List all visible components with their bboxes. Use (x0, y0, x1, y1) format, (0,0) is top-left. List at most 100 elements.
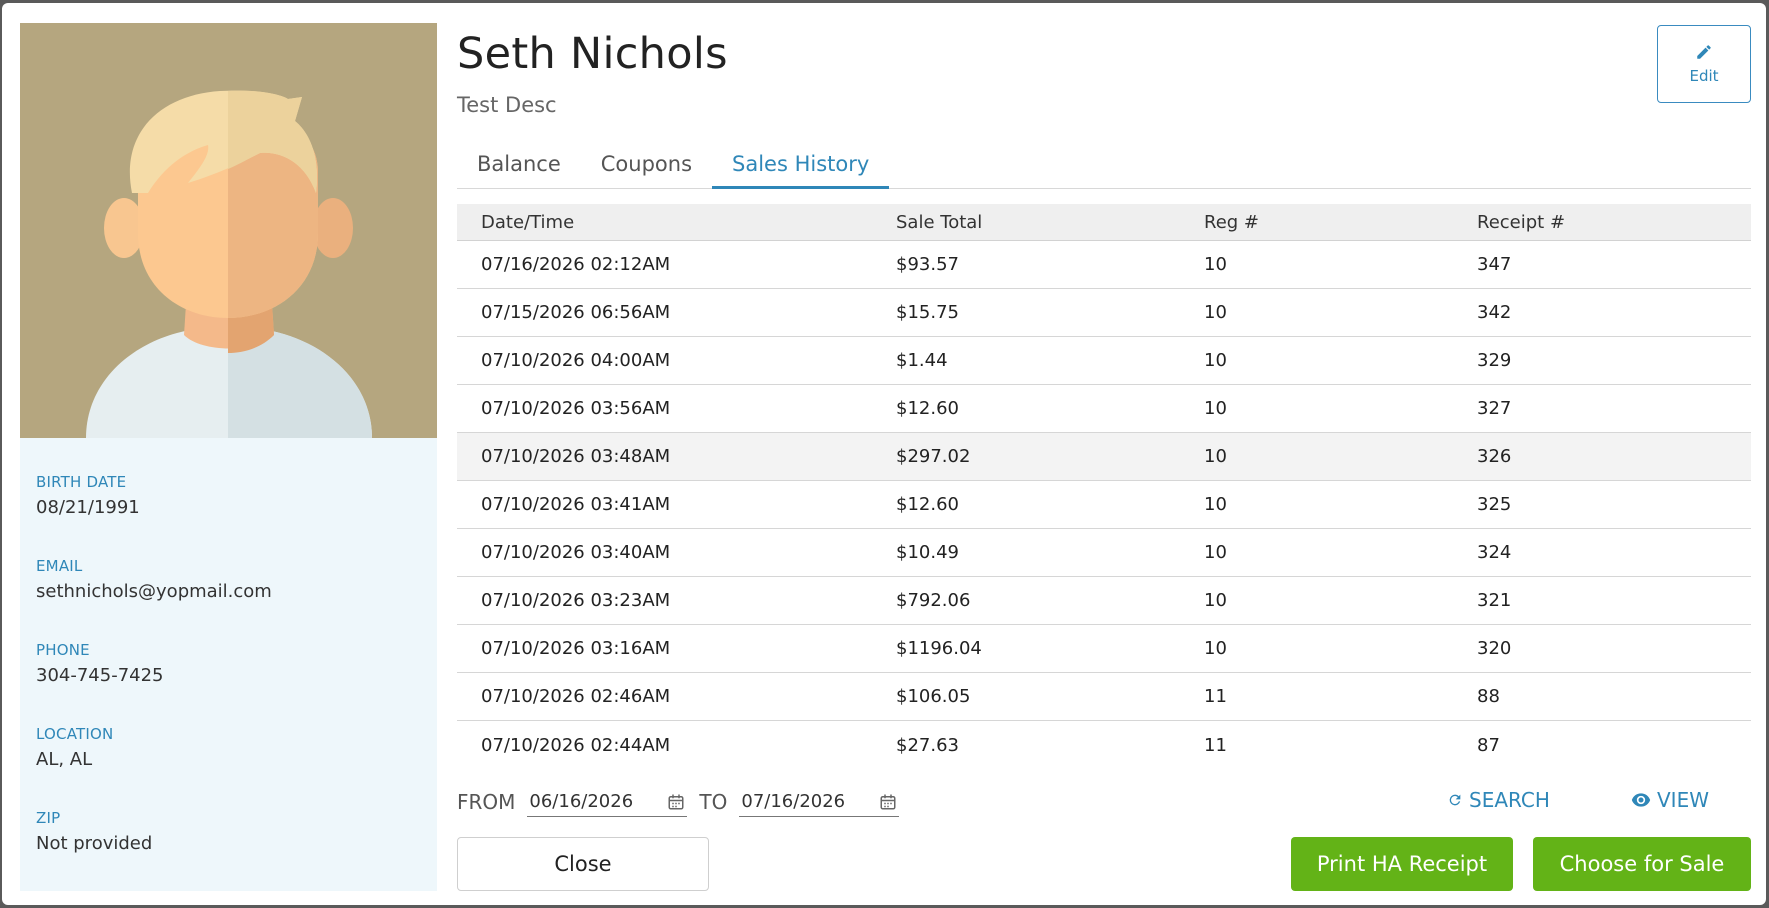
tab-sales-history[interactable]: Sales History (712, 141, 890, 189)
email-value: sethnichols@yopmail.com (36, 581, 272, 602)
customer-description: Test Desc (457, 93, 557, 117)
search-label: SEARCH (1469, 788, 1550, 812)
cell-date-time: 07/10/2026 03:16AM (481, 638, 671, 659)
table-body: 07/16/2026 02:12AM $93.57 10 347 07/15/2026 … (457, 241, 1751, 769)
cell-date-time: 07/10/2026 03:56AM (481, 398, 671, 419)
cell-date-time: 07/15/2026 06:56AM (481, 302, 671, 323)
table-row[interactable]: 07/10/2026 03:56AM $12.60 10 327 (457, 385, 1751, 433)
phone-value: 304-745-7425 (36, 665, 164, 686)
tab-bar: Balance Coupons Sales History (457, 141, 1751, 189)
calendar-icon[interactable] (667, 793, 685, 811)
cell-reg-number: 10 (1204, 254, 1227, 275)
table-row[interactable]: 07/10/2026 04:00AM $1.44 10 329 (457, 337, 1751, 385)
table-row[interactable]: 07/10/2026 03:48AM $297.02 10 326 (457, 433, 1751, 481)
header-sale-total[interactable]: Sale Total (896, 212, 1204, 233)
table-row[interactable]: 07/15/2026 06:56AM $15.75 10 342 (457, 289, 1751, 337)
cell-reg-number: 10 (1204, 542, 1227, 563)
cell-reg-number: 10 (1204, 494, 1227, 515)
cell-receipt-number: 320 (1477, 638, 1512, 659)
customer-details: BIRTH DATE 08/21/1991 EMAIL sethnichols@… (36, 471, 426, 891)
customer-name: Seth Nichols (457, 29, 728, 79)
search-button[interactable]: SEARCH (1447, 788, 1550, 812)
avatar-person-icon (20, 23, 437, 438)
to-date-value: 07/16/2026 (741, 791, 846, 812)
calendar-icon[interactable] (879, 793, 897, 811)
pencil-icon (1697, 45, 1711, 59)
header-receipt-number[interactable]: Receipt # (1477, 212, 1751, 233)
date-filter: FROM 06/16/2026 TO 07/16/2026 SEARCH VIE… (457, 786, 1751, 818)
table-row[interactable]: 07/10/2026 03:41AM $12.60 10 325 (457, 481, 1751, 529)
to-date-input[interactable]: 07/16/2026 (739, 787, 900, 817)
tab-coupons[interactable]: Coupons (581, 141, 712, 189)
cell-sale-total: $106.05 (896, 686, 971, 707)
tab-balance[interactable]: Balance (457, 141, 581, 189)
cell-sale-total: $1196.04 (896, 638, 982, 659)
table-header: Date/Time Sale Total Reg # Receipt # (457, 204, 1751, 241)
cell-sale-total: $12.60 (896, 494, 959, 515)
cell-receipt-number: 329 (1477, 350, 1512, 371)
cell-reg-number: 10 (1204, 590, 1227, 611)
table-row[interactable]: 07/10/2026 02:44AM $27.63 11 87 (457, 721, 1751, 769)
cell-sale-total: $297.02 (896, 446, 971, 467)
table-row[interactable]: 07/16/2026 02:12AM $93.57 10 347 (457, 241, 1751, 289)
cell-sale-total: $15.75 (896, 302, 959, 323)
cell-sale-total: $93.57 (896, 254, 959, 275)
email-field: EMAIL sethnichols@yopmail.com (36, 555, 426, 639)
from-date-value: 06/16/2026 (529, 791, 634, 812)
eye-icon (1631, 793, 1651, 807)
cell-reg-number: 10 (1204, 446, 1227, 467)
cell-receipt-number: 87 (1477, 734, 1500, 756)
location-label: LOCATION (36, 725, 114, 743)
header-reg-number[interactable]: Reg # (1204, 212, 1477, 233)
cell-sale-total: $1.44 (896, 350, 948, 371)
customer-dialog: BIRTH DATE 08/21/1991 EMAIL sethnichols@… (2, 3, 1766, 905)
location-value: AL, AL (36, 749, 93, 770)
to-label: TO (699, 790, 728, 814)
cell-reg-number: 11 (1204, 734, 1227, 756)
edit-button[interactable]: Edit (1657, 25, 1751, 103)
birth-date-label: BIRTH DATE (36, 473, 127, 491)
cell-date-time: 07/10/2026 02:44AM (481, 734, 671, 756)
cell-receipt-number: 347 (1477, 254, 1512, 275)
cell-receipt-number: 326 (1477, 446, 1512, 467)
table-row[interactable]: 07/10/2026 03:40AM $10.49 10 324 (457, 529, 1751, 577)
cell-receipt-number: 321 (1477, 590, 1512, 611)
cell-sale-total: $792.06 (896, 590, 971, 611)
cell-date-time: 07/10/2026 03:48AM (481, 446, 671, 467)
cell-reg-number: 10 (1204, 350, 1227, 371)
cell-receipt-number: 324 (1477, 542, 1512, 563)
cell-reg-number: 10 (1204, 638, 1227, 659)
cell-receipt-number: 327 (1477, 398, 1512, 419)
birth-date-value: 08/21/1991 (36, 497, 140, 518)
cell-date-time: 07/10/2026 03:40AM (481, 542, 671, 563)
zip-label: ZIP (36, 809, 61, 827)
cell-reg-number: 10 (1204, 302, 1227, 323)
close-button[interactable]: Close (457, 837, 709, 891)
cell-date-time: 07/10/2026 03:41AM (481, 494, 671, 515)
print-ha-receipt-button[interactable]: Print HA Receipt (1291, 837, 1513, 891)
location-field: LOCATION AL, AL (36, 723, 426, 807)
cell-receipt-number: 88 (1477, 686, 1500, 707)
birth-date-field: BIRTH DATE 08/21/1991 (36, 471, 426, 555)
zip-field: ZIP Not provided (36, 807, 426, 891)
cell-sale-total: $12.60 (896, 398, 959, 419)
cell-reg-number: 11 (1204, 686, 1227, 707)
avatar (20, 23, 437, 438)
refresh-icon (1449, 794, 1461, 806)
choose-for-sale-button[interactable]: Choose for Sale (1533, 837, 1751, 891)
from-date-input[interactable]: 06/16/2026 (527, 787, 688, 817)
cell-reg-number: 10 (1204, 398, 1227, 419)
cell-date-time: 07/10/2026 03:23AM (481, 590, 671, 611)
cell-date-time: 07/10/2026 04:00AM (481, 350, 671, 371)
email-label: EMAIL (36, 557, 83, 575)
table-row[interactable]: 07/10/2026 02:46AM $106.05 11 88 (457, 673, 1751, 721)
cell-date-time: 07/10/2026 02:46AM (481, 686, 671, 707)
zip-value: Not provided (36, 833, 153, 854)
header-date-time[interactable]: Date/Time (457, 212, 896, 233)
sales-history-table: Date/Time Sale Total Reg # Receipt # 07/… (457, 204, 1751, 769)
table-row[interactable]: 07/10/2026 03:16AM $1196.04 10 320 (457, 625, 1751, 673)
cell-receipt-number: 342 (1477, 302, 1512, 323)
table-row[interactable]: 07/10/2026 03:23AM $792.06 10 321 (457, 577, 1751, 625)
customer-info-panel: BIRTH DATE 08/21/1991 EMAIL sethnichols@… (20, 23, 437, 891)
view-button[interactable]: VIEW (1631, 788, 1709, 812)
